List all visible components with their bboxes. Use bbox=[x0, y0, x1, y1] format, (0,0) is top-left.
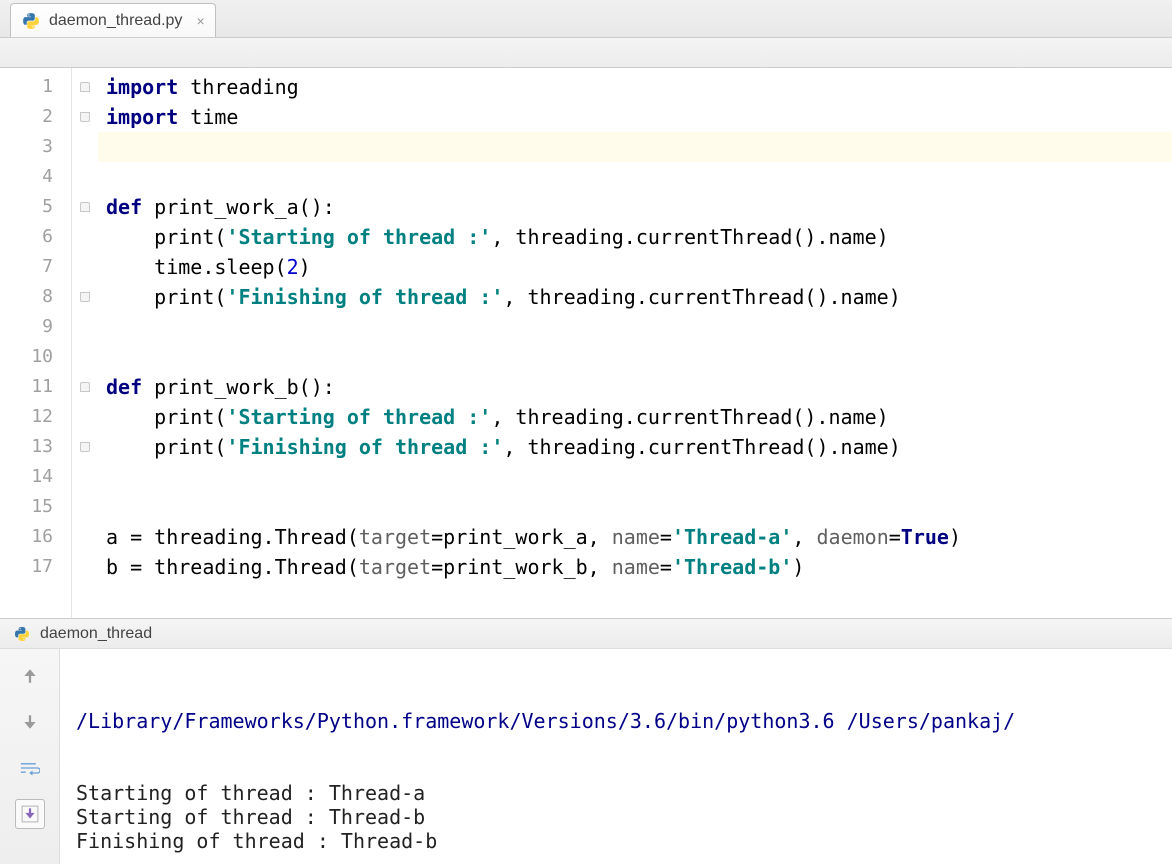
console-toolbar bbox=[0, 649, 60, 864]
down-arrow-icon[interactable] bbox=[15, 707, 45, 737]
fold-marker[interactable] bbox=[72, 432, 98, 462]
line-number: 10 bbox=[0, 342, 71, 372]
line-number: 6 bbox=[0, 222, 71, 252]
code-line[interactable] bbox=[98, 312, 1172, 342]
code-line[interactable] bbox=[98, 132, 1172, 162]
line-number: 5 bbox=[0, 192, 71, 222]
fold-marker[interactable] bbox=[72, 192, 98, 222]
fold-marker[interactable] bbox=[72, 72, 98, 102]
fold-marker[interactable] bbox=[72, 372, 98, 402]
code-area[interactable]: import threadingimport time def print_wo… bbox=[98, 68, 1172, 618]
fold-gutter bbox=[72, 68, 98, 618]
line-number: 16 bbox=[0, 522, 71, 552]
line-number: 13 bbox=[0, 432, 71, 462]
line-number: 12 bbox=[0, 402, 71, 432]
line-number: 8 bbox=[0, 282, 71, 312]
console-output[interactable]: /Library/Frameworks/Python.framework/Ver… bbox=[60, 649, 1172, 864]
line-number: 1 bbox=[0, 72, 71, 102]
line-number: 7 bbox=[0, 252, 71, 282]
close-tab-icon[interactable]: × bbox=[196, 13, 204, 29]
code-line[interactable]: print('Finishing of thread :', threading… bbox=[98, 432, 1172, 462]
line-number-gutter: 1234567891011121314151617 bbox=[0, 68, 72, 618]
line-number: 9 bbox=[0, 312, 71, 342]
code-line[interactable]: print('Finishing of thread :', threading… bbox=[98, 282, 1172, 312]
line-number: 14 bbox=[0, 462, 71, 492]
fold-marker bbox=[72, 132, 98, 162]
line-number: 11 bbox=[0, 372, 71, 402]
file-tab[interactable]: daemon_thread.py × bbox=[10, 3, 216, 37]
run-tool-window-header: daemon_thread bbox=[0, 618, 1172, 648]
code-line[interactable]: time.sleep(2) bbox=[98, 252, 1172, 282]
soft-wrap-icon[interactable] bbox=[15, 753, 45, 783]
run-config-name: daemon_thread bbox=[40, 625, 152, 643]
fold-marker bbox=[72, 342, 98, 372]
code-line[interactable]: b = threading.Thread(target=print_work_b… bbox=[98, 552, 1172, 582]
line-number: 2 bbox=[0, 102, 71, 132]
python-run-icon bbox=[12, 624, 32, 644]
interpreter-path: /Library/Frameworks/Python.framework/Ver… bbox=[76, 709, 1164, 733]
fold-marker bbox=[72, 402, 98, 432]
fold-marker[interactable] bbox=[72, 282, 98, 312]
fold-marker bbox=[72, 222, 98, 252]
code-editor[interactable]: 1234567891011121314151617 import threadi… bbox=[0, 68, 1172, 618]
code-line[interactable]: a = threading.Thread(target=print_work_a… bbox=[98, 522, 1172, 552]
fold-marker bbox=[72, 552, 98, 582]
line-number: 3 bbox=[0, 132, 71, 162]
code-line[interactable]: import threading bbox=[98, 72, 1172, 102]
fold-marker bbox=[72, 462, 98, 492]
code-line[interactable] bbox=[98, 162, 1172, 192]
code-line[interactable]: import time bbox=[98, 102, 1172, 132]
code-line[interactable] bbox=[98, 462, 1172, 492]
code-line[interactable]: print('Starting of thread :', threading.… bbox=[98, 402, 1172, 432]
console-lines: Starting of thread : Thread-a Starting o… bbox=[76, 781, 1164, 853]
python-file-icon bbox=[21, 11, 41, 31]
fold-marker bbox=[72, 162, 98, 192]
breadcrumb-bar bbox=[0, 38, 1172, 68]
fold-marker[interactable] bbox=[72, 102, 98, 132]
code-line[interactable]: def print_work_b(): bbox=[98, 372, 1172, 402]
up-arrow-icon[interactable] bbox=[15, 661, 45, 691]
editor-tab-bar: daemon_thread.py × bbox=[0, 0, 1172, 38]
code-line[interactable]: def print_work_a(): bbox=[98, 192, 1172, 222]
run-console: /Library/Frameworks/Python.framework/Ver… bbox=[0, 648, 1172, 864]
fold-marker bbox=[72, 522, 98, 552]
tab-filename: daemon_thread.py bbox=[49, 12, 182, 30]
code-line[interactable] bbox=[98, 342, 1172, 372]
line-number: 15 bbox=[0, 492, 71, 522]
line-number: 4 bbox=[0, 162, 71, 192]
line-number: 17 bbox=[0, 552, 71, 582]
code-line[interactable] bbox=[98, 492, 1172, 522]
scroll-to-end-icon[interactable] bbox=[15, 799, 45, 829]
fold-marker bbox=[72, 312, 98, 342]
fold-marker bbox=[72, 492, 98, 522]
code-line[interactable]: print('Starting of thread :', threading.… bbox=[98, 222, 1172, 252]
fold-marker bbox=[72, 252, 98, 282]
